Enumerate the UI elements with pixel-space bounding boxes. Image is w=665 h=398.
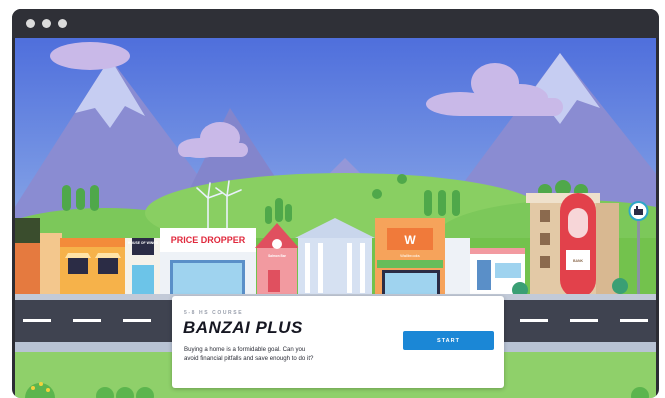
window-titlebar <box>12 9 659 38</box>
course-grade-label: 5-8 HS COURSE <box>184 310 244 316</box>
salmon-bar-sign: Salmon Bar <box>268 254 286 258</box>
course-title: BANZAI PLUS <box>183 318 303 337</box>
start-button[interactable]: START <box>403 331 494 350</box>
window-control-dot[interactable] <box>26 19 35 28</box>
wallbrooks-sign: Wallbrooks <box>400 253 420 258</box>
house-of-wings-sign: HOUSE OF WINGS <box>128 241 159 245</box>
price-dropper-sign: PRICE DROPPER <box>171 235 246 245</box>
right-building-sign: BANK <box>573 259 584 263</box>
browser-window: HOUSE OF WINGS PRICE DROPPER Salmon Bar … <box>12 9 659 398</box>
course-description: Buying a home is a formidable goal. Can … <box>184 346 314 363</box>
page-viewport: HOUSE OF WINGS PRICE DROPPER Salmon Bar … <box>15 38 656 398</box>
window-control-dot[interactable] <box>58 19 67 28</box>
course-card: 5-8 HS COURSE BANZAI PLUS Buying a home … <box>172 296 504 388</box>
wallbrooks-logo: W <box>404 233 416 247</box>
window-control-dot[interactable] <box>42 19 51 28</box>
